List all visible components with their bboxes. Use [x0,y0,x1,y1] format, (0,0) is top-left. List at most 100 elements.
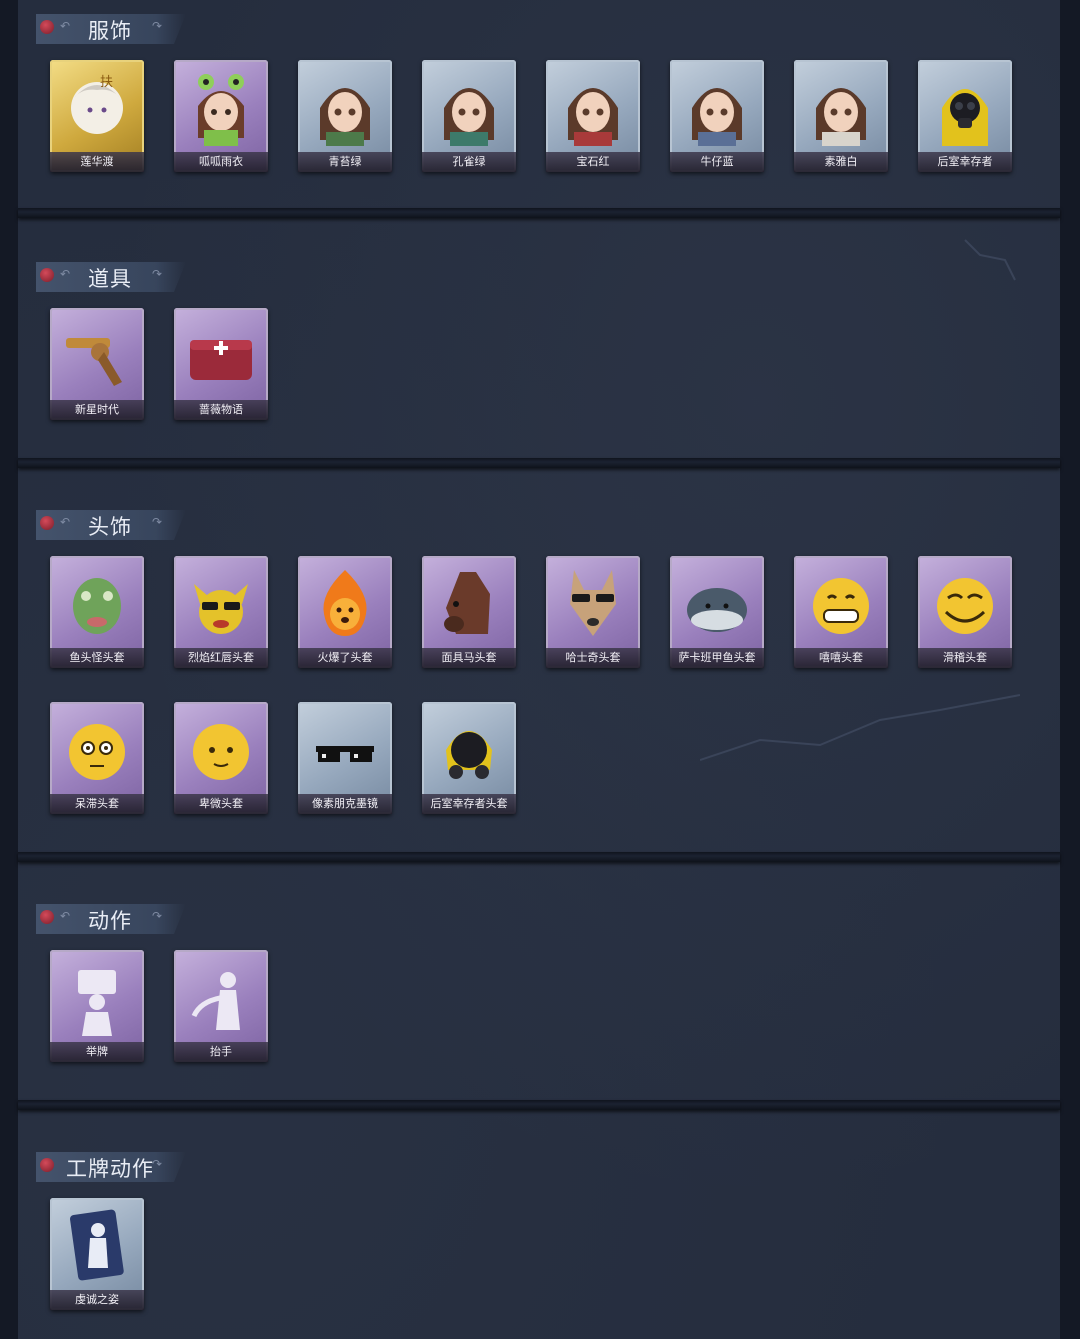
section-dot-icon [40,516,54,530]
item-label: 举牌 [50,1042,144,1062]
item-label: 滑稽头套 [918,648,1012,668]
section-header-props: ↶ 道具 ↷ [36,262,186,292]
medkit-icon [190,340,252,380]
right-edge [1060,0,1080,1339]
swirl-icon: ↶ [60,267,71,281]
humble-emoji-icon [193,724,249,780]
item-card[interactable]: 举牌 [50,950,144,1062]
sacabambaspis-head-icon [687,588,747,632]
item-card[interactable]: 呱呱雨衣 [174,60,268,172]
item-card[interactable]: 青苔绿 [298,60,392,172]
section-divider [18,458,1060,468]
hold-sign-icon [78,970,116,1036]
section-header-headwear: ↶ 头饰 ↷ [36,510,186,540]
costume-girl-icon [816,88,866,146]
item-card[interactable]: 后室幸存者 [918,60,1012,172]
item-card[interactable]: 新星时代 [50,308,144,420]
husky-head-icon [570,570,616,636]
item-label: 素雅白 [794,152,888,172]
fish-head-icon [73,578,121,634]
section-divider [18,208,1060,218]
costume-girl-icon [320,88,370,146]
costume-girl-icon [692,88,742,146]
section-header-actions: ↶ 动作 ↷ [36,904,186,934]
section-dot-icon [40,268,54,282]
item-label: 烈焰红唇头套 [174,648,268,668]
item-label: 宝石红 [546,152,640,172]
section-dot-icon [40,1158,54,1172]
crack-decoration [964,239,1016,281]
item-label: 新星时代 [50,400,144,420]
swirl-icon: ↷ [152,515,163,529]
item-label: 哈士奇头套 [546,648,640,668]
section-title: 头饰 [88,515,132,539]
item-label: 后室幸存者头套 [422,794,516,814]
item-label: 蔷薇物语 [174,400,268,420]
item-card[interactable]: 孔雀绿 [422,60,516,172]
item-label: 后室幸存者 [918,152,1012,172]
costume-hazmat-icon [942,89,988,146]
item-card[interactable]: 抬手 [174,950,268,1062]
item-card[interactable]: 素雅白 [794,60,888,172]
item-card[interactable]: 虔诚之姿 [50,1198,144,1310]
swirl-icon: ↷ [152,909,163,923]
item-label: 虔诚之姿 [50,1290,144,1310]
section-title: 动作 [88,909,132,933]
item-card[interactable]: 呆滞头套 [50,702,144,814]
section-divider [18,852,1060,862]
swirl-icon: ↷ [152,267,163,281]
swirl-icon: ↶ [60,19,71,33]
item-card[interactable]: 鱼头怪头套 [50,556,144,668]
devout-pose-card-icon [70,1209,124,1281]
item-card[interactable]: 烈焰红唇头套 [174,556,268,668]
item-label: 呱呱雨衣 [174,152,268,172]
costume-girl-icon [568,88,618,146]
crack-decoration [700,694,1020,761]
item-label: 鱼头怪头套 [50,648,144,668]
section-title: 道具 [88,267,132,291]
swirl-icon: ↷ [152,1157,163,1171]
costume-lianhuadu-icon: 扶 [71,75,123,134]
item-card[interactable]: 火爆了头套 [298,556,392,668]
swirl-icon: ↶ [60,515,71,529]
dazed-emoji-icon [69,724,125,780]
section-dot-icon [40,910,54,924]
item-label: 呆滞头套 [50,794,144,814]
fire-head-icon [323,570,367,636]
item-card[interactable]: 牛仔蓝 [670,60,764,172]
item-card[interactable]: 哈士奇头套 [546,556,640,668]
item-card[interactable]: 萨卡班甲鱼头套 [670,556,764,668]
page-background [0,0,1080,1339]
item-card[interactable]: 宝石红 [546,60,640,172]
horse-head-icon [444,572,490,634]
item-card[interactable]: 嘻嘻头套 [794,556,888,668]
swirl-icon: ↷ [152,19,163,33]
item-label: 卑微头套 [174,794,268,814]
costume-frog-raincoat-icon [198,74,244,146]
section-header-badge-actions: 工牌动作 ↷ [36,1152,186,1182]
item-card[interactable]: 像素朋克墨镜 [298,702,392,814]
raise-hand-icon [191,972,240,1030]
item-label: 青苔绿 [298,152,392,172]
item-label: 抬手 [174,1042,268,1062]
item-label: 莲华渡 [50,152,144,172]
item-card[interactable]: 滑稽头套 [918,556,1012,668]
item-card[interactable]: 扶 莲华渡 [50,60,144,172]
left-edge [0,0,18,1339]
item-label: 面具马头套 [422,648,516,668]
item-label: 嘻嘻头套 [794,648,888,668]
svg-text:扶: 扶 [100,75,113,90]
revolver-icon [66,338,122,386]
section-header-costume: ↶ 服饰 ↷ [36,14,186,44]
gas-mask-icon [446,731,492,779]
item-card[interactable]: 面具马头套 [422,556,516,668]
swirl-icon: ↶ [60,909,71,923]
item-card[interactable]: 卑微头套 [174,702,268,814]
section-title: 工牌动作 [66,1157,154,1181]
item-card[interactable]: 后室幸存者头套 [422,702,516,814]
section-dot-icon [40,20,54,34]
item-card[interactable]: 蔷薇物语 [174,308,268,420]
item-label: 孔雀绿 [422,152,516,172]
duck-sunglasses-icon [194,584,248,634]
funny-emoji-icon [937,578,993,634]
